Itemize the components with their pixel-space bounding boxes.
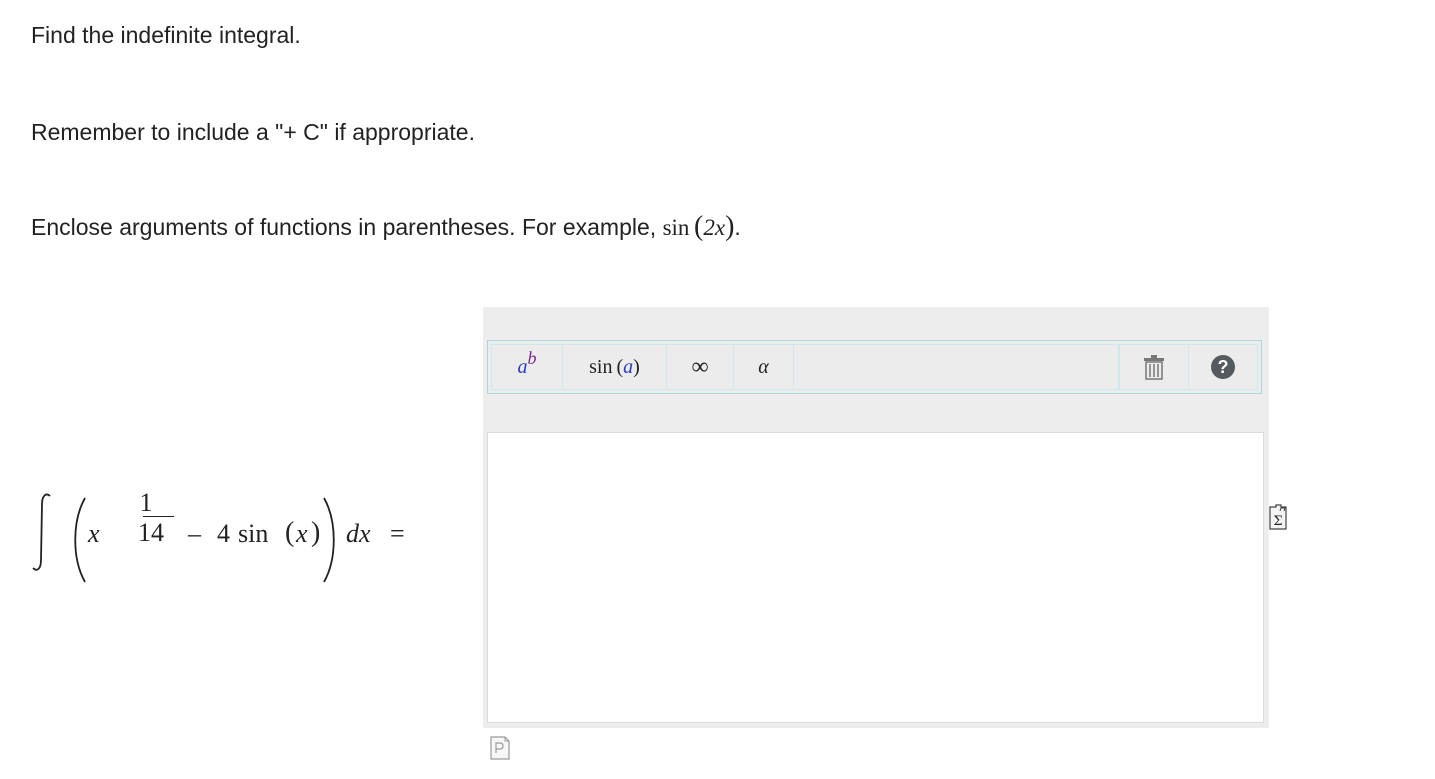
right-big-paren (323, 497, 335, 583)
example-close-paren: ) (725, 211, 735, 242)
clear-button[interactable] (1119, 345, 1189, 389)
help-icon: ? (1211, 355, 1235, 379)
equation-editor-icon[interactable]: Σ (1267, 503, 1289, 531)
power-base: x (88, 519, 100, 548)
exponent-numerator: 1 (139, 488, 153, 517)
integral-sign (32, 493, 51, 571)
differential: dx (346, 519, 371, 548)
infinity-label: ∞ (691, 353, 709, 380)
help-button[interactable]: ? (1189, 345, 1257, 389)
sin-open-paren: ( (616, 355, 624, 378)
left-big-paren (74, 497, 86, 583)
equals-sign: = (390, 519, 405, 548)
example-func: sin (662, 215, 690, 240)
instruction-parentheses: Enclose arguments of functions in parent… (31, 213, 741, 242)
minus-sign: – (188, 519, 201, 548)
math-toolbar: ab sin (a) ∞ α ? (487, 340, 1262, 394)
exponent-fraction-bar (143, 516, 174, 517)
sin-argument: a (623, 355, 634, 378)
greek-letters-button[interactable]: α (734, 345, 794, 389)
function-argument: x (296, 519, 308, 548)
instruction-include-c: Remember to include a "+ C" if appropria… (31, 119, 475, 145)
alpha-label: α (758, 355, 769, 378)
sine-function: sin (238, 519, 269, 548)
exponent-denominator: 14 (138, 518, 164, 547)
answer-input-area[interactable] (487, 432, 1264, 723)
help-glyph: ? (1217, 356, 1229, 377)
superscript-exponent: b (527, 347, 537, 368)
integral-expression: x 1 14 – 4 sin ( x ) dx = (30, 482, 420, 592)
infinity-button[interactable]: ∞ (667, 345, 734, 389)
arg-close-paren: ) (311, 517, 321, 548)
example-open-paren: ( (694, 211, 704, 242)
arg-open-paren: ( (285, 517, 295, 548)
example-arg: 2x (703, 215, 726, 240)
svg-text:Σ: Σ (1273, 514, 1282, 529)
preview-icon[interactable] (489, 735, 511, 761)
toolbar-spacer (794, 345, 1119, 389)
superscript-base: a (517, 355, 528, 378)
instruction-text: Enclose arguments of functions in parent… (31, 214, 663, 240)
instruction-find-integral: Find the indefinite integral. (31, 22, 301, 48)
sin-label: sin (589, 355, 613, 378)
trash-icon (1144, 355, 1164, 380)
sine-function-button[interactable]: sin (a) (563, 345, 667, 389)
superscript-button[interactable]: ab (492, 345, 563, 389)
coefficient: 4 (217, 519, 230, 548)
sin-close-paren: ) (633, 355, 640, 378)
instruction-period: . (734, 214, 741, 240)
